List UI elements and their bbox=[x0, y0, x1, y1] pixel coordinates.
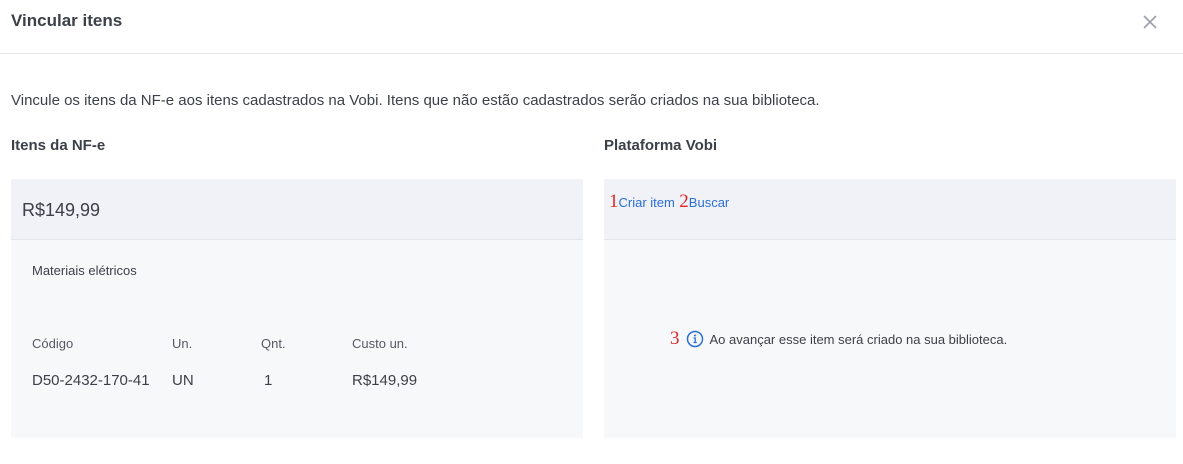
annotation-marker-2: 2 bbox=[679, 191, 689, 212]
item-unit-cost: R$149,99 bbox=[352, 372, 418, 389]
modal-header: Vincular itens bbox=[0, 0, 1183, 54]
nfe-item-card-header: R$149,99 bbox=[11, 179, 583, 240]
annotation-marker-3: 3 bbox=[670, 328, 680, 349]
info-message: 3 Ao avançar esse item será criado na su… bbox=[670, 328, 1007, 350]
column-header-unit-cost: Custo un. bbox=[352, 336, 408, 351]
info-icon bbox=[686, 330, 703, 348]
nfe-items-heading: Itens da NF-e bbox=[11, 137, 106, 154]
item-quantity: 1 bbox=[264, 372, 273, 389]
item-price: R$149,99 bbox=[22, 200, 101, 220]
modal-description: Vincule os itens da NF-e aos itens cadas… bbox=[11, 92, 820, 109]
column-header-code: Código bbox=[32, 336, 74, 351]
vobi-platform-heading: Plataforma Vobi bbox=[604, 137, 718, 154]
vobi-item-card: 1Criar item 2Buscar 3 Ao avançar esse it… bbox=[604, 179, 1176, 438]
annotation-marker-1: 1 bbox=[609, 191, 619, 212]
item-code: D50-2432-170-41 bbox=[32, 372, 150, 389]
create-item-link[interactable]: Criar item bbox=[619, 195, 675, 210]
column-header-quantity: Qnt. bbox=[261, 336, 286, 351]
nfe-item-card: R$149,99 Materiais elétricos Código Un. … bbox=[11, 179, 583, 438]
modal-title: Vincular itens bbox=[11, 11, 123, 30]
column-header-unit: Un. bbox=[172, 336, 193, 351]
item-category: Materiais elétricos bbox=[32, 263, 137, 278]
search-link[interactable]: Buscar bbox=[689, 195, 729, 210]
item-actions: 1Criar item 2Buscar bbox=[609, 191, 729, 213]
close-icon[interactable] bbox=[1140, 12, 1160, 32]
info-text: Ao avançar esse item será criado na sua … bbox=[709, 331, 1008, 347]
vobi-item-card-header: 1Criar item 2Buscar bbox=[604, 179, 1176, 240]
item-unit: UN bbox=[172, 372, 194, 389]
